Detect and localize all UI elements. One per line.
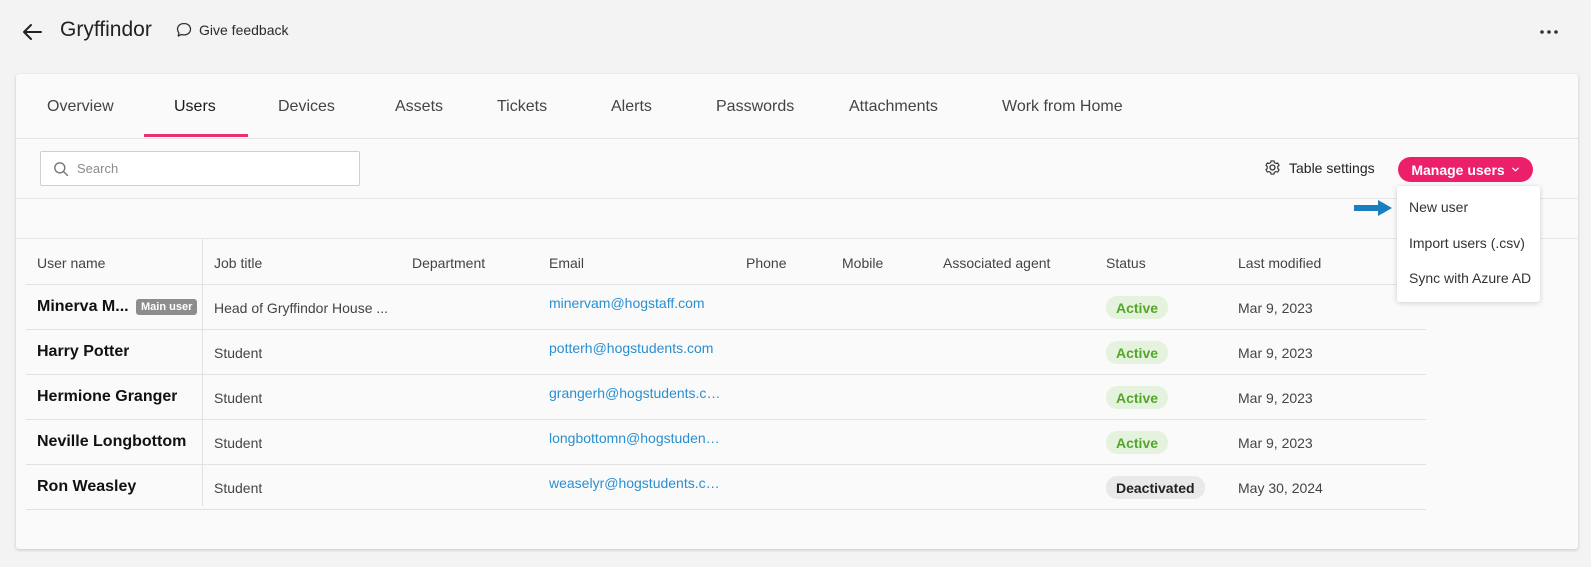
last-modified: Mar 9, 2023 — [1238, 435, 1313, 451]
column-header-job-title[interactable]: Job title — [214, 255, 262, 271]
column-header-associated-agent[interactable]: Associated agent — [943, 255, 1050, 271]
email-link[interactable]: longbottomn@hogstudent... — [549, 430, 721, 446]
tab-devices[interactable]: Devices — [278, 98, 335, 116]
tab-bar: Overview Users Devices Assets Tickets Al… — [16, 74, 1578, 139]
give-feedback-label: Give feedback — [199, 22, 289, 38]
table-row[interactable]: Neville Longbottom Student longbottomn@h… — [26, 420, 1426, 465]
user-name[interactable]: Ron Weasley — [37, 478, 136, 496]
gear-icon — [1265, 160, 1280, 175]
user-name[interactable]: Neville Longbottom — [37, 433, 186, 451]
table-settings-label: Table settings — [1289, 159, 1375, 176]
status-badge: Active — [1106, 431, 1169, 454]
column-header-email[interactable]: Email — [549, 255, 584, 271]
page-title: Gryffindor — [60, 18, 152, 41]
status-badge: Active — [1106, 386, 1169, 409]
more-options-icon[interactable] — [1537, 20, 1561, 44]
manage-users-menu: New user Import users (.csv) Sync with A… — [1397, 186, 1540, 302]
status-badge: Active — [1106, 296, 1169, 319]
speech-bubble-icon — [176, 22, 192, 37]
last-modified: Mar 9, 2023 — [1238, 390, 1313, 406]
user-name[interactable]: Minerva M... — [37, 298, 129, 316]
email-link[interactable]: potterh@hogstudents.com — [549, 340, 713, 356]
table-row[interactable]: Hermione Granger Student grangerh@hogstu… — [26, 375, 1426, 420]
user-name[interactable]: Harry Potter — [37, 343, 129, 361]
search-box[interactable] — [40, 151, 360, 186]
job-title: Student — [214, 435, 263, 451]
column-header-user-name[interactable]: User name — [37, 255, 105, 271]
search-input[interactable] — [77, 161, 347, 176]
table-row[interactable]: Harry Potter Student potterh@hogstudents… — [26, 330, 1426, 375]
user-name[interactable]: Hermione Granger — [37, 388, 177, 406]
table-settings-button[interactable]: Table settings — [1264, 159, 1375, 176]
tab-passwords[interactable]: Passwords — [716, 98, 794, 116]
tab-assets[interactable]: Assets — [395, 98, 443, 116]
arrow-right-icon — [1354, 200, 1392, 216]
main-user-badge: Main user — [136, 299, 198, 315]
tab-overview[interactable]: Overview — [47, 98, 114, 116]
column-header-mobile[interactable]: Mobile — [842, 255, 883, 271]
last-modified: Mar 9, 2023 — [1238, 345, 1313, 361]
email-link[interactable]: minervam@hogstaff.com — [549, 295, 705, 311]
manage-users-button[interactable]: Manage users — [1398, 157, 1533, 182]
status-badge: Active — [1106, 341, 1169, 364]
give-feedback-link[interactable]: Give feedback — [176, 22, 289, 38]
status-badge: Deactivated — [1106, 476, 1205, 499]
tab-tickets[interactable]: Tickets — [497, 98, 547, 116]
back-arrow-icon[interactable] — [21, 21, 43, 43]
table-toolbar: Table settings Manage users — [16, 139, 1578, 199]
tab-users[interactable]: Users — [174, 98, 216, 116]
menu-item-sync-azure-ad[interactable]: Sync with Azure AD — [1409, 270, 1531, 286]
table-row[interactable]: Minerva M... Main user Head of Gryffindo… — [26, 285, 1426, 330]
tab-alerts[interactable]: Alerts — [611, 98, 652, 116]
top-header: Gryffindor Give feedback — [0, 0, 1591, 64]
column-header-department[interactable]: Department — [412, 255, 485, 271]
last-modified: May 30, 2024 — [1238, 480, 1323, 496]
users-table: User name Job title Department Email Pho… — [26, 239, 1426, 510]
menu-item-new-user[interactable]: New user — [1409, 199, 1468, 215]
job-title: Student — [214, 480, 263, 496]
column-header-phone[interactable]: Phone — [746, 255, 786, 271]
menu-item-import-users-csv[interactable]: Import users (.csv) — [1409, 235, 1525, 251]
email-link[interactable]: grangerh@hogstudents.co... — [549, 385, 721, 401]
tab-attachments[interactable]: Attachments — [849, 98, 938, 116]
table-row[interactable]: Ron Weasley Student weaselyr@hogstudents… — [26, 465, 1426, 510]
active-tab-indicator — [144, 134, 248, 137]
tab-work-from-home[interactable]: Work from Home — [1002, 98, 1123, 116]
table-header-row: User name Job title Department Email Pho… — [26, 239, 1426, 285]
last-modified: Mar 9, 2023 — [1238, 300, 1313, 316]
job-title: Head of Gryffindor House ... — [214, 300, 389, 316]
search-icon — [54, 161, 69, 176]
manage-users-label: Manage users — [1411, 161, 1505, 178]
chevron-down-icon — [1511, 167, 1519, 172]
email-link[interactable]: weaselyr@hogstudents.co... — [549, 475, 721, 491]
job-title: Student — [214, 345, 263, 361]
job-title: Student — [214, 390, 263, 406]
table-filter-row — [16, 199, 1578, 239]
column-header-status[interactable]: Status — [1106, 255, 1146, 271]
users-card: Overview Users Devices Assets Tickets Al… — [16, 74, 1578, 549]
column-header-last-modified[interactable]: Last modified — [1238, 255, 1321, 271]
